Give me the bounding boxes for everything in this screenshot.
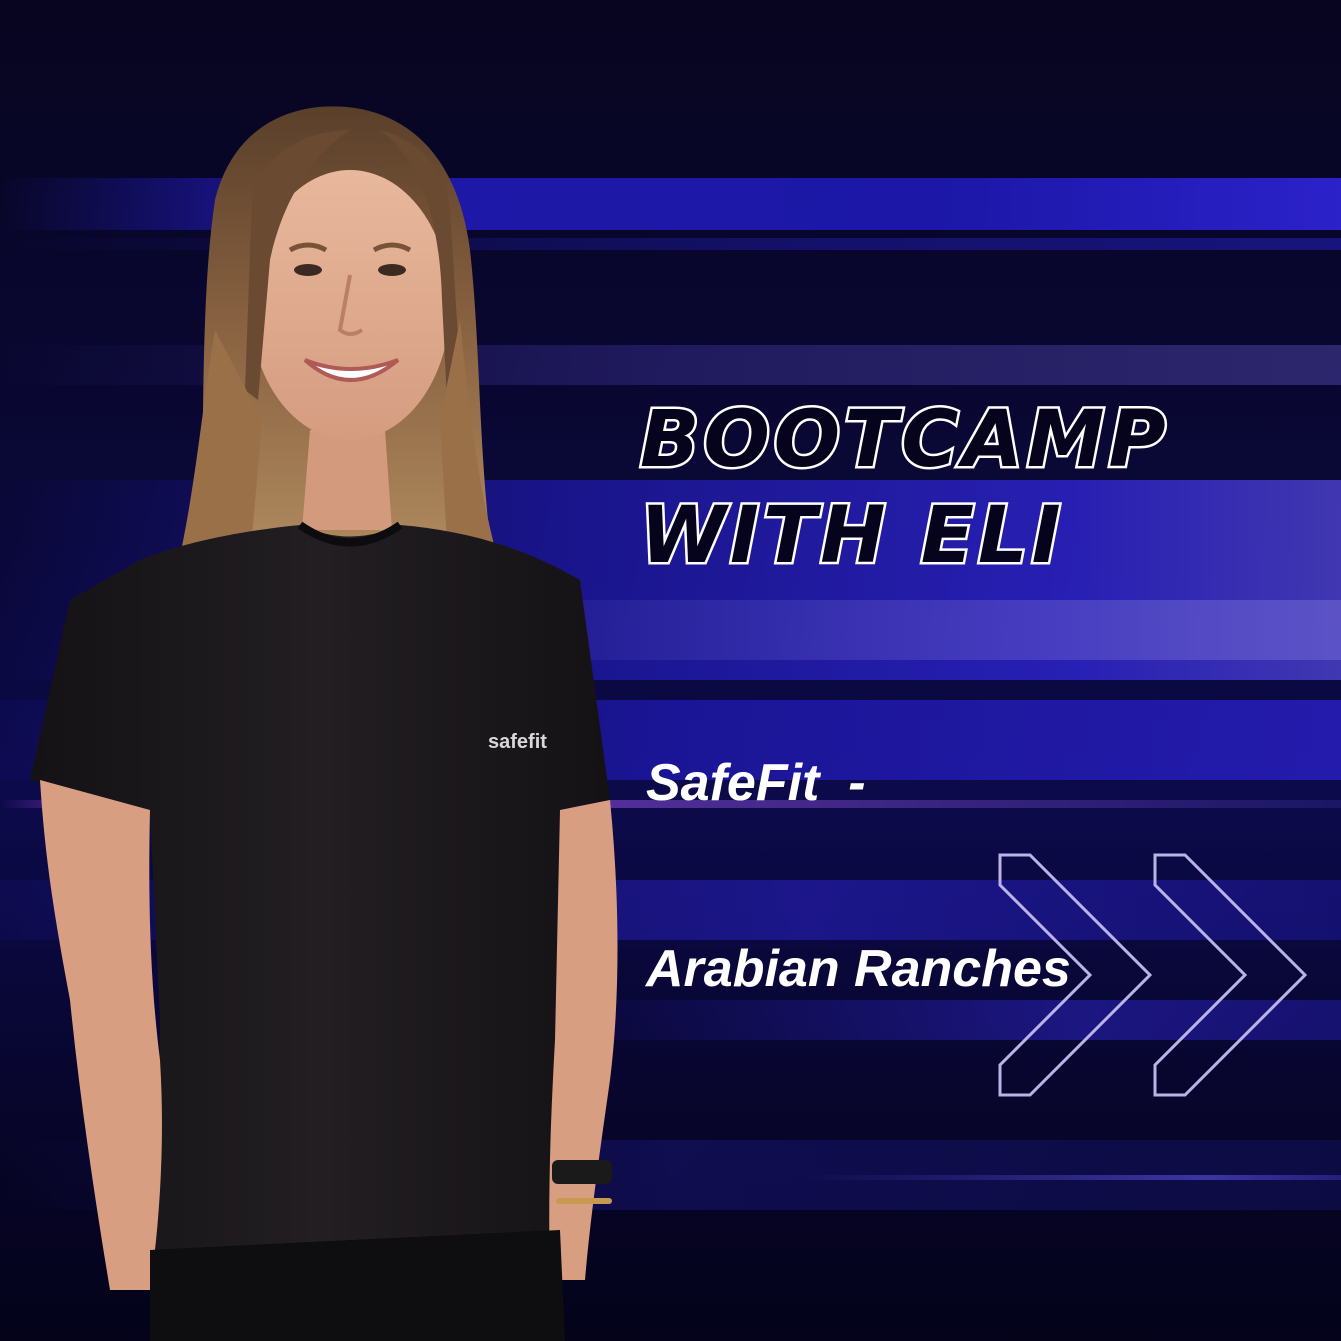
watch (552, 1160, 612, 1184)
left-arm (40, 780, 162, 1290)
subtitle-line-1: SafeFit - (646, 754, 866, 812)
right-arm (549, 800, 618, 1280)
shirt-logo: safefit (488, 731, 547, 753)
headline-line-2: WITH ELI (638, 489, 1065, 584)
headline: BOOTCAMP WITH ELI (638, 392, 1170, 584)
double-chevron-right-icon (998, 853, 1308, 1097)
trainer-photo: safefit (30, 106, 618, 1341)
neck (302, 430, 392, 530)
headline-line-1: BOOTCAMP (638, 393, 1170, 488)
bootcamp-poster: safefit BOOTCAMP WITH ELI SafeFit - Arab… (0, 0, 1341, 1341)
